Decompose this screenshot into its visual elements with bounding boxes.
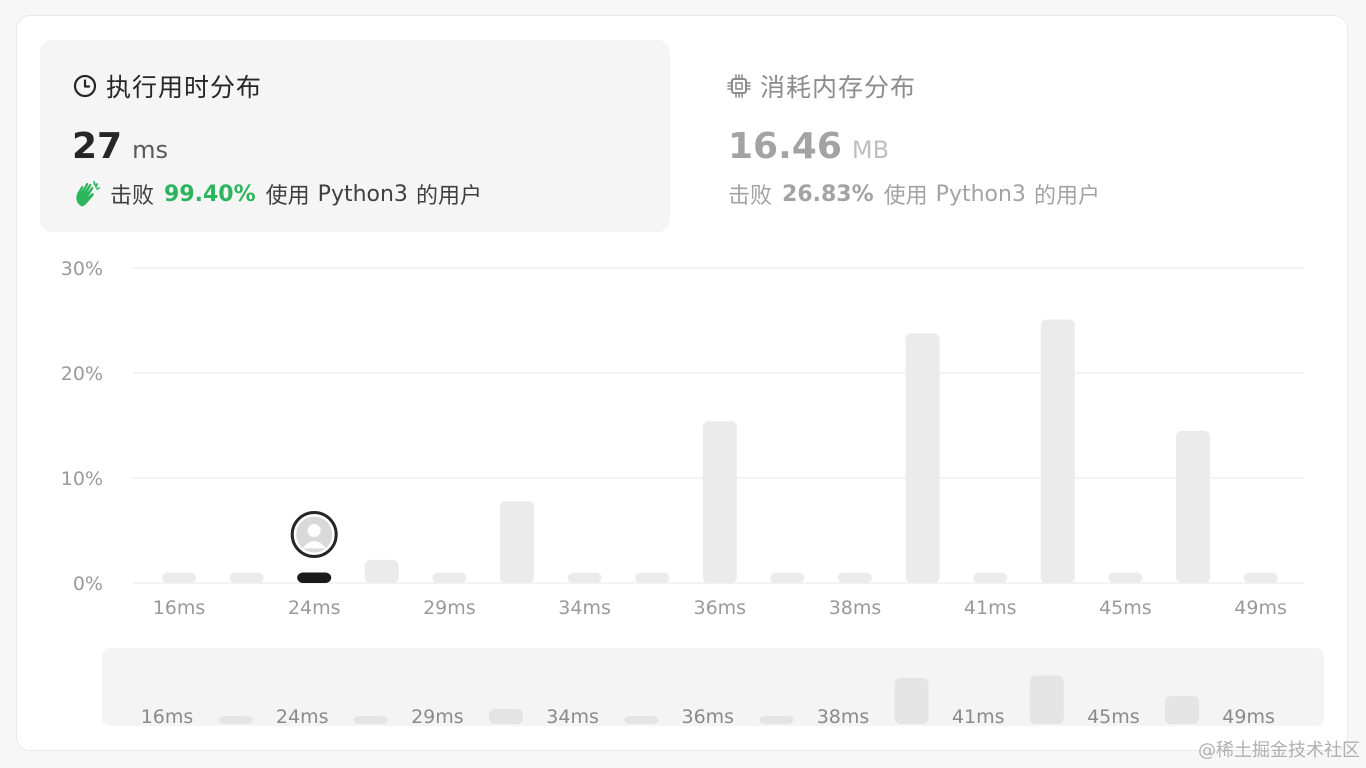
clock-icon	[72, 73, 98, 99]
memory-title: 消耗内存分布	[726, 68, 916, 104]
beat-prefix: 击败	[110, 184, 155, 209]
beat-language: Python3	[317, 181, 408, 207]
beat-prefix: 击败	[728, 184, 773, 209]
runtime-title: 执行用时分布	[72, 68, 262, 104]
memory-number: 16.46	[728, 126, 842, 167]
memory-title-text: 消耗内存分布	[760, 73, 917, 102]
runtime-value: 27 ms	[72, 126, 168, 167]
runtime-title-text: 执行用时分布	[106, 73, 263, 102]
memory-beat-text: 击败 26.83% 使用 Python3 的用户	[728, 178, 1100, 210]
runtime-beat-text: 击败 99.40% 使用 Python3 的用户	[72, 178, 482, 210]
watermark: @稀土掘金技术社区	[1198, 740, 1360, 761]
clap-icon	[76, 181, 100, 207]
chip-icon	[726, 73, 752, 99]
runtime-unit: ms	[132, 136, 168, 164]
memory-distribution-tab[interactable]: 消耗内存分布 16.46 MB 击败 26.83% 使用 Python3 的用户	[700, 40, 1330, 232]
memory-beat-percent: 26.83%	[782, 181, 874, 207]
memory-value: 16.46 MB	[728, 126, 889, 167]
beat-language: Python3	[935, 181, 1026, 207]
beat-suffix-b: 的用户	[1033, 184, 1100, 209]
runtime-number: 27	[72, 126, 123, 167]
beat-suffix-b: 的用户	[415, 184, 482, 209]
beat-suffix-a: 使用	[883, 184, 928, 209]
runtime-beat-percent: 99.40%	[164, 181, 256, 207]
memory-unit: MB	[851, 136, 890, 164]
runtime-distribution-tab[interactable]: 执行用时分布 27 ms 击败 99.40% 使用 Python3 的用户	[40, 40, 670, 232]
beat-suffix-a: 使用	[265, 184, 310, 209]
